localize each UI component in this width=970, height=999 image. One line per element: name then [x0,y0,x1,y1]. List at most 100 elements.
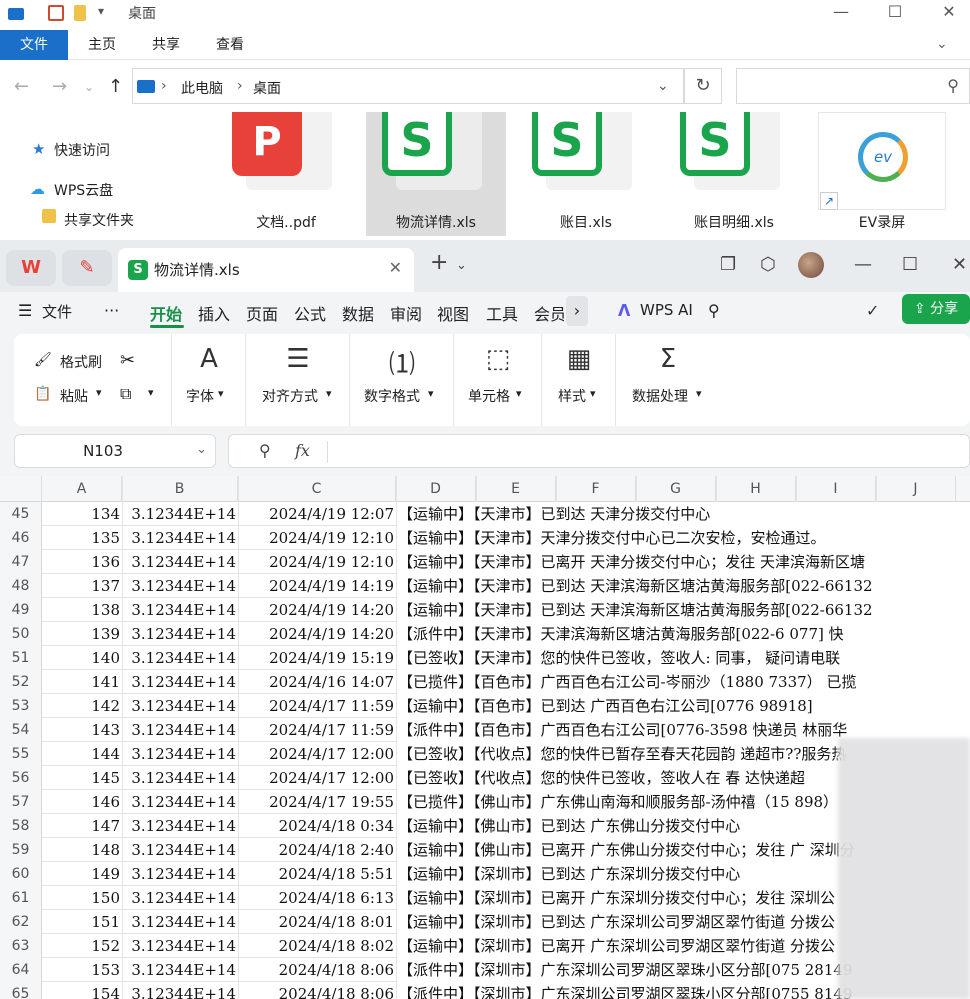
copy-icon[interactable]: ⧉ [120,384,131,404]
cell-d[interactable]: 【运输中】【天津市】已到达 天津滨海新区塘沽黄海服务部[022-66132 [398,574,970,598]
close-icon[interactable]: ✕ [926,0,970,28]
recent-dropdown-icon[interactable]: ⌄ [84,80,94,94]
maximize-icon[interactable]: ☐ [872,0,918,28]
cell-b[interactable]: 3.12344E+14 [122,934,236,958]
cell-d[interactable]: 【已揽件】【百色市】广西百色右江公司-岑丽沙（1880 7337） 已揽 [398,670,970,694]
column-header[interactable]: J [876,476,956,502]
cell-b[interactable]: 3.12344E+14 [122,958,236,982]
row-header[interactable]: 58 [0,814,42,838]
document-tab[interactable]: S 物流详情.xls ✕ [118,248,414,292]
column-header[interactable]: D [396,476,476,502]
cell-b[interactable]: 3.12344E+14 [122,670,236,694]
avatar[interactable] [798,252,824,278]
column-header[interactable]: I [796,476,876,502]
column-header[interactable]: F [556,476,636,502]
row-header[interactable]: 59 [0,838,42,862]
row-header[interactable]: 52 [0,670,42,694]
cell-c[interactable]: 2024/4/17 12:00 [238,766,394,790]
cell-a[interactable]: 148 [42,838,120,862]
cell-d[interactable]: 【已签收】【天津市】您的快件已签收，签收人: 同事， 疑问请电联 [398,646,970,670]
cell-a[interactable]: 152 [42,934,120,958]
cell-a[interactable]: 140 [42,646,120,670]
cell-b[interactable]: 3.12344E+14 [122,622,236,646]
cell-a[interactable]: 146 [42,790,120,814]
cell-b[interactable]: 3.12344E+14 [122,790,236,814]
cell-c[interactable]: 2024/4/19 12:07 [238,502,394,526]
cell-a[interactable]: 153 [42,958,120,982]
file-tile-ev-recorder[interactable]: ev ↗ EV录屏 [812,112,952,236]
select-all-corner[interactable] [0,476,42,502]
cell-b[interactable]: 3.12344E+14 [122,694,236,718]
row-header[interactable]: 50 [0,622,42,646]
share-button[interactable]: ⇪ 分享 [902,294,970,324]
copy-dropdown-icon[interactable]: ▾ [148,386,154,399]
cell-a[interactable]: 144 [42,742,120,766]
paste-button[interactable]: 粘贴 [60,386,88,406]
cell-c[interactable]: 2024/4/18 8:02 [238,934,394,958]
cell-b[interactable]: 3.12344E+14 [122,526,236,550]
cell-a[interactable]: 134 [42,502,120,526]
cell-c[interactable]: 2024/4/18 2:40 [238,838,394,862]
column-header[interactable]: G [636,476,716,502]
cell-b[interactable]: 3.12344E+14 [122,574,236,598]
cell-b[interactable]: 3.12344E+14 [122,982,236,999]
cell-b[interactable]: 3.12344E+14 [122,550,236,574]
cell-a[interactable]: 154 [42,982,120,999]
cell-a[interactable]: 139 [42,622,120,646]
wps-ai-button[interactable]: WPS AI [640,301,693,319]
cell-d[interactable]: 【运输中】【天津市】天津分拨交付中心已二次安检，安检通过。 [398,526,970,550]
cell-b[interactable]: 3.12344E+14 [122,766,236,790]
cell-b[interactable]: 3.12344E+14 [122,502,236,526]
cell-c[interactable]: 2024/4/19 14:19 [238,574,394,598]
explorer-tab-file[interactable]: 文件 [0,30,68,60]
refresh-button[interactable]: ↻ [684,68,722,104]
cell-a[interactable]: 149 [42,862,120,886]
cell-a[interactable]: 136 [42,550,120,574]
file-tile-pdf[interactable]: P 文档..pdf [216,112,356,236]
cell-a[interactable]: 137 [42,574,120,598]
row-header[interactable]: 48 [0,574,42,598]
cube-icon[interactable]: ⬡ [760,254,776,275]
row-header[interactable]: 55 [0,742,42,766]
cell-c[interactable]: 2024/4/17 11:59 [238,718,394,742]
column-header[interactable]: H [716,476,796,502]
tab-list-dropdown-icon[interactable]: ⌄ [456,258,467,273]
cell-a[interactable]: 150 [42,886,120,910]
nav-quick-access[interactable]: 快速访问 [54,140,110,160]
fx-icon[interactable]: fx [295,441,310,460]
menu-file[interactable]: 文件 [42,301,72,322]
address-bar[interactable]: › 此电脑 › 桌面 ⌄ [132,68,684,104]
up-arrow-icon[interactable]: ↑ [108,76,123,97]
cell-a[interactable]: 138 [42,598,120,622]
nav-shared-folder[interactable]: 共享文件夹 [64,210,134,230]
quick-access-dropdown-icon[interactable]: ▾ [98,4,104,18]
cut-icon[interactable]: ✂ [120,350,135,371]
cell-c[interactable]: 2024/4/18 8:06 [238,982,394,999]
cell-group[interactable]: ⬚ 单元格 ▾ [454,334,542,426]
close-tab-icon[interactable]: ✕ [389,258,402,277]
row-header[interactable]: 64 [0,958,42,982]
cell-a[interactable]: 141 [42,670,120,694]
cell-d[interactable]: 【运输中】【百色市】已到达 广西百色右江公司[0776 98918] [398,694,970,718]
explorer-tab-share[interactable]: 共享 [144,30,188,60]
cell-c[interactable]: 2024/4/17 12:00 [238,742,394,766]
cell-c[interactable]: 2024/4/17 19:55 [238,790,394,814]
cell-c[interactable]: 2024/4/18 5:51 [238,862,394,886]
properties-icon[interactable] [48,5,64,21]
row-header[interactable]: 45 [0,502,42,526]
cell-c[interactable]: 2024/4/18 8:01 [238,910,394,934]
row-header[interactable]: 57 [0,790,42,814]
cell-d[interactable]: 【派件中】【天津市】天津滨海新区塘沽黄海服务部[022-6 077] 快 [398,622,970,646]
column-header[interactable]: E [476,476,556,502]
explorer-search-input[interactable]: ⚲ [736,68,970,104]
search-icon[interactable]: ⚲ [708,301,720,320]
row-header[interactable]: 62 [0,910,42,934]
row-header[interactable]: 61 [0,886,42,910]
cloud-sync-icon[interactable]: ✓ [866,301,879,320]
formula-input[interactable]: ⚲ fx [228,434,970,468]
row-header[interactable]: 46 [0,526,42,550]
wps-docer-icon[interactable]: ✎ [62,250,112,286]
wps-logo-icon[interactable]: W [6,250,56,286]
close-icon[interactable]: ✕ [952,254,967,275]
font-group[interactable]: A 字体 ▾ [172,334,246,426]
